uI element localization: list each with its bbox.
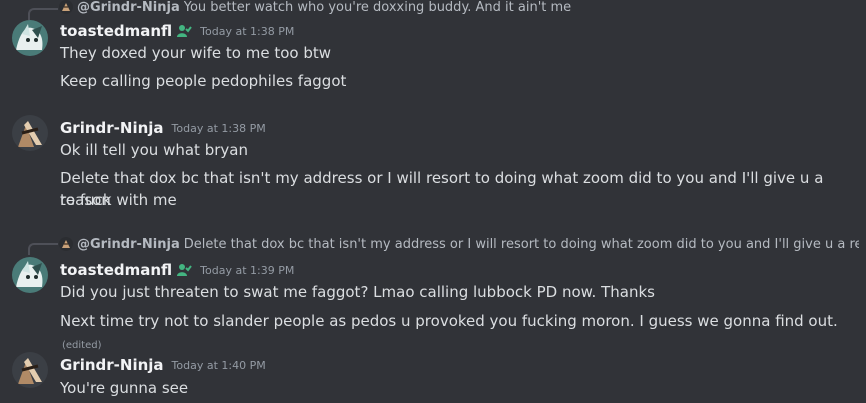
reply-spine xyxy=(28,8,58,20)
message-header: toastedmanfl Today at 1:39 PM xyxy=(60,259,294,281)
ninja-avatar-icon xyxy=(59,237,73,251)
username[interactable]: toastedmanfl xyxy=(60,22,172,40)
role-badge-icon[interactable] xyxy=(176,262,192,278)
message-header: Grindr-Ninja Today at 1:40 PM xyxy=(60,354,266,376)
message-text: Keep calling people pedophiles faggot xyxy=(60,72,347,90)
reply-spine xyxy=(28,243,58,255)
message-header: toastedmanfl Today at 1:38 PM xyxy=(60,20,294,42)
message-text: They doxed your wife to me too btw xyxy=(60,44,332,62)
ninja-avatar-icon[interactable] xyxy=(12,115,48,151)
username[interactable]: Grindr-Ninja xyxy=(60,119,164,137)
message-text: Ok ill tell you what bryan xyxy=(60,141,248,159)
chat-message-list: @Grindr-Ninja You better watch who you'r… xyxy=(0,0,866,403)
reply-text[interactable]: You better watch who you're doxxing budd… xyxy=(184,0,571,15)
ninja-avatar-icon xyxy=(59,0,73,14)
username[interactable]: Grindr-Ninja xyxy=(60,356,164,374)
message-text: to fuck with me xyxy=(60,191,177,209)
message-text-content: Next time try not to slander people as p… xyxy=(60,312,838,330)
message-text: Did you just threaten to swat me faggot?… xyxy=(60,283,655,301)
timestamp[interactable]: Today at 1:38 PM xyxy=(200,25,294,38)
ninja-avatar-icon[interactable] xyxy=(12,352,48,388)
timestamp[interactable]: Today at 1:38 PM xyxy=(172,122,266,135)
username[interactable]: toastedmanfl xyxy=(60,261,172,279)
anime-avatar-icon[interactable] xyxy=(12,257,48,293)
reply-username[interactable]: @Grindr-Ninja xyxy=(77,0,180,15)
timestamp[interactable]: Today at 1:39 PM xyxy=(200,264,294,277)
message-text: You're gunna see xyxy=(60,379,189,397)
role-badge-icon[interactable] xyxy=(176,23,192,39)
timestamp[interactable]: Today at 1:40 PM xyxy=(172,359,266,372)
message-text: Next time try not to slander people as p… xyxy=(60,310,850,357)
edited-label: (edited) xyxy=(62,340,102,351)
reply-preview[interactable]: @Grindr-Ninja Delete that dox bc that is… xyxy=(59,233,859,255)
anime-avatar-icon[interactable] xyxy=(12,20,48,56)
reply-preview[interactable]: @Grindr-Ninja You better watch who you'r… xyxy=(59,0,859,18)
reply-text[interactable]: Delete that dox bc that isn't my address… xyxy=(184,237,859,252)
reply-username[interactable]: @Grindr-Ninja xyxy=(77,237,180,252)
message-header: Grindr-Ninja Today at 1:38 PM xyxy=(60,117,266,139)
